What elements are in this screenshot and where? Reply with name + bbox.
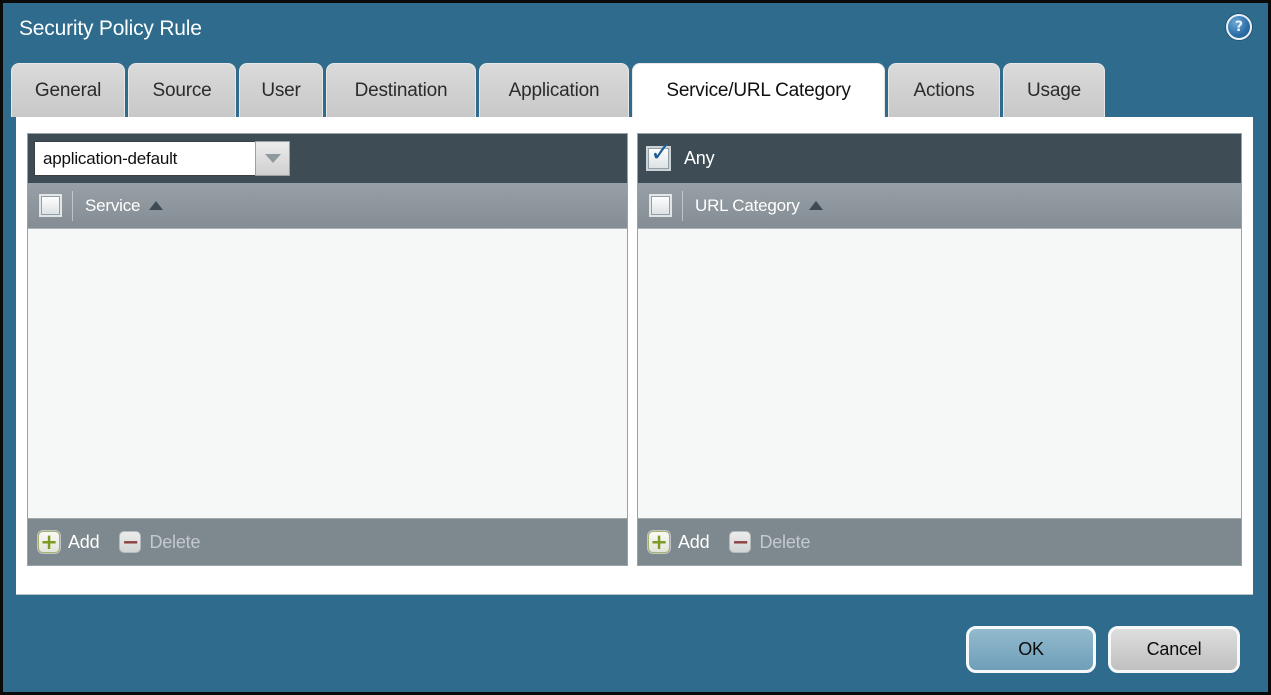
tab-source[interactable]: Source [128, 63, 236, 117]
sort-ascending-icon [808, 201, 823, 210]
tab-user[interactable]: User [239, 63, 323, 117]
url-category-column-header-row: URL Category [638, 183, 1241, 229]
service-panel-footer: + Add − Delete [28, 518, 627, 565]
delete-button-label: Delete [149, 531, 201, 552]
service-column-header-row: Service [28, 183, 627, 229]
service-delete-button[interactable]: − Delete [119, 531, 200, 553]
service-panel-header [28, 134, 627, 183]
any-checkbox[interactable]: ✓ [648, 138, 672, 169]
security-policy-rule-dialog: Security Policy Rule ? General Source Us… [0, 0, 1271, 695]
cancel-button[interactable]: Cancel [1108, 626, 1240, 673]
url-category-panel-footer: + Add − Delete [638, 518, 1241, 565]
add-icon: + [38, 531, 60, 553]
url-category-delete-button[interactable]: − Delete [729, 531, 810, 553]
dialog-title: Security Policy Rule [19, 17, 202, 40]
tab-label: Usage [1027, 79, 1081, 101]
tab-label: Service/URL Category [666, 79, 851, 101]
url-category-column-header[interactable]: URL Category [695, 196, 800, 216]
url-category-select-all-cell [638, 196, 682, 215]
tab-general[interactable]: General [11, 63, 125, 117]
tab-service-url-category[interactable]: Service/URL Category [632, 63, 885, 117]
service-type-combobox [34, 141, 290, 176]
tab-label: Actions [913, 79, 975, 101]
tab-label: User [261, 79, 301, 101]
delete-icon: − [119, 531, 142, 553]
url-category-list [638, 229, 1241, 518]
service-list [28, 229, 627, 518]
any-label: Any [684, 148, 715, 168]
tab-content-area: Service + Add − Delete ✓ [16, 117, 1253, 595]
service-select-all-cell [28, 196, 72, 215]
tab-usage[interactable]: Usage [1003, 63, 1105, 117]
help-button[interactable]: ? [1226, 14, 1252, 40]
chevron-down-icon [264, 154, 281, 163]
any-row: ✓ Any [644, 138, 715, 169]
service-type-input[interactable] [34, 141, 255, 176]
ok-button[interactable]: OK [966, 626, 1096, 673]
url-category-add-button[interactable]: + Add [648, 531, 710, 553]
tab-actions[interactable]: Actions [888, 63, 1000, 117]
service-panel: Service + Add − Delete [27, 133, 628, 566]
tab-label: General [34, 79, 102, 101]
tab-label: Application [508, 79, 600, 101]
add-button-label: Add [678, 531, 710, 552]
url-category-panel-header: ✓ Any [638, 134, 1241, 183]
url-category-select-all-checkbox[interactable] [650, 196, 670, 215]
delete-icon: − [729, 531, 752, 553]
tab-destination[interactable]: Destination [326, 63, 476, 117]
tab-bar: General Source User Destination Applicat… [11, 63, 1105, 117]
add-button-label: Add [68, 531, 100, 552]
tab-label: Destination [354, 79, 448, 101]
column-separator [72, 190, 73, 221]
column-separator [682, 190, 683, 221]
help-icon: ? [1235, 19, 1243, 35]
service-select-all-checkbox[interactable] [40, 196, 60, 215]
service-add-button[interactable]: + Add [38, 531, 100, 553]
delete-button-label: Delete [759, 531, 811, 552]
add-icon: + [648, 531, 670, 553]
service-type-dropdown-button[interactable] [255, 141, 290, 176]
sort-ascending-icon [149, 201, 164, 210]
checkmark-icon: ✓ [650, 138, 672, 168]
service-column-header[interactable]: Service [85, 196, 140, 216]
url-category-panel: ✓ Any URL Category + Add − Delete [637, 133, 1242, 566]
tab-label: Source [152, 79, 212, 101]
tab-application[interactable]: Application [479, 63, 629, 117]
